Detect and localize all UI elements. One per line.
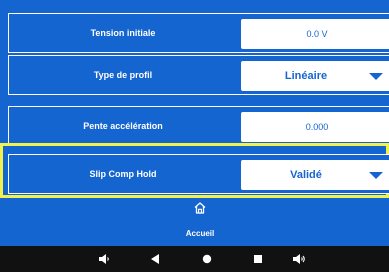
volume-down-icon[interactable] bbox=[97, 253, 111, 265]
accueil-label: Accueil bbox=[185, 229, 215, 238]
param-label: Pente accélération bbox=[83, 121, 163, 131]
param-row-tension-initiale: Tension initiale 0.0 V bbox=[8, 13, 389, 53]
chevron-down-icon bbox=[369, 172, 383, 179]
type-de-profil-select[interactable]: Linéaire bbox=[241, 61, 389, 91]
param-row-slip-comp-hold: Slip Comp Hold Validé bbox=[8, 154, 389, 194]
select-value: Validé bbox=[290, 169, 322, 181]
pente-acceleration-field[interactable]: 0.000 bbox=[241, 112, 389, 142]
accueil-button[interactable]: Accueil bbox=[0, 198, 389, 246]
home-dot-icon[interactable] bbox=[200, 253, 214, 265]
system-nav-bar bbox=[0, 246, 389, 272]
param-row-type-de-profil: Type de profil Linéaire bbox=[8, 55, 389, 95]
chevron-down-icon bbox=[369, 73, 383, 80]
home-icon bbox=[194, 202, 206, 214]
slip-comp-hold-select[interactable]: Validé bbox=[241, 160, 389, 190]
tension-initiale-field[interactable]: 0.0 V bbox=[241, 19, 389, 49]
param-label: Type de profil bbox=[93, 70, 153, 80]
param-row-pente-acceleration: Pente accélération 0.000 bbox=[8, 106, 389, 146]
recents-icon[interactable] bbox=[251, 253, 265, 265]
param-label: Tension initiale bbox=[90, 28, 156, 38]
param-label: Slip Comp Hold bbox=[89, 169, 157, 179]
back-icon[interactable] bbox=[148, 253, 162, 265]
select-value: Linéaire bbox=[284, 70, 328, 82]
settings-screen: Tension initiale 0.0 V Type de profil Li… bbox=[0, 0, 389, 272]
volume-up-icon[interactable] bbox=[292, 253, 306, 265]
